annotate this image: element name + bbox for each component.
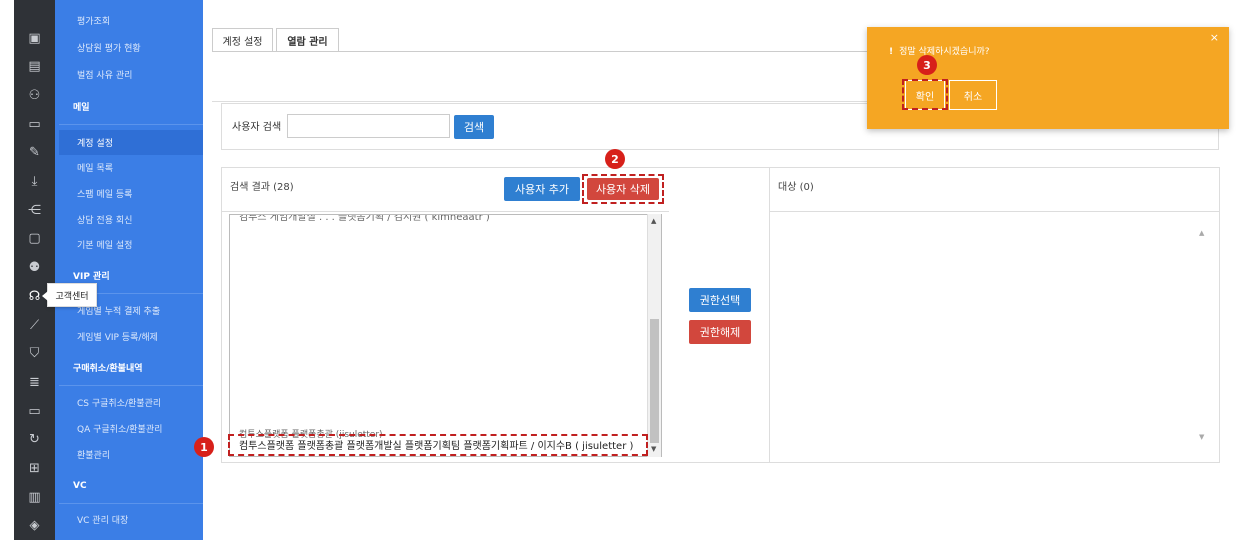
search-input[interactable]: [287, 114, 450, 138]
chat-icon[interactable]: ▢: [14, 228, 55, 250]
sidebar-item[interactable]: 게임별 VIP 등록/해제: [59, 324, 203, 349]
dashboard-icon[interactable]: ▣: [14, 27, 55, 49]
sidebar-item[interactable]: 계정 설정: [59, 130, 203, 155]
icon-navigation-bar: ▣ ▤ ⚇ ▭ ✎ ⤓ ⋲ ▢ ⚉ ☊ ⟋ ⛉ ≣ ▭ ↻ ⊞ ▥ ◈: [14, 0, 55, 540]
tab-access-management[interactable]: 열람 관리: [276, 28, 339, 52]
target-header: 대상 (0): [770, 168, 1219, 212]
sidebar-item[interactable]: VC 관리 대장: [59, 507, 203, 532]
target-title: 대상 (0): [778, 182, 814, 193]
user-icon[interactable]: ⚇: [14, 84, 55, 106]
sidebar-item[interactable]: 상담 전용 회신: [59, 207, 203, 232]
refresh-icon[interactable]: ↻: [14, 429, 55, 451]
step1-badge: 1: [194, 437, 214, 457]
sidebar-item[interactable]: 환불관리: [59, 442, 203, 467]
sidebar-item[interactable]: 평가조회: [59, 8, 203, 33]
sidebar-item[interactable]: 기본 메일 설정: [59, 232, 203, 257]
step2-highlight: [582, 174, 664, 204]
add-user-button[interactable]: 사용자 추가: [504, 177, 580, 201]
gift-icon[interactable]: ⊞: [14, 458, 55, 480]
list-item[interactable]: 컴투스 게임개발실 . . . 플랫폼기획 / 김지원 ( kimheaatr …: [239, 215, 490, 223]
confirm-cancel-button[interactable]: 취소: [949, 80, 997, 110]
target-scrollbar[interactable]: ▲ ▼: [1196, 225, 1210, 448]
shield-icon[interactable]: ⛉: [14, 343, 55, 365]
search-label: 사용자 검색: [232, 122, 282, 133]
scroll-thumb[interactable]: [650, 319, 659, 443]
results-title: 검색 결과 (28): [230, 182, 294, 193]
permission-panel: [669, 167, 770, 463]
download-icon[interactable]: ⤓: [14, 171, 55, 193]
scroll-down-icon[interactable]: ▼: [651, 445, 656, 453]
sidebar: 평가조회 상담원 평가 현황 벌점 사유 관리 메일계정 설정 메일 목록 스팸 메일 등…: [55, 0, 203, 540]
list-scrollbar[interactable]: ▲ ▼: [647, 214, 661, 457]
step3-badge: 3: [917, 55, 937, 75]
database-icon[interactable]: ≣: [14, 371, 55, 393]
tab-account-settings[interactable]: 계정 설정: [212, 28, 273, 52]
scroll-up-icon[interactable]: ▲: [1199, 229, 1204, 237]
close-icon[interactable]: ×: [1210, 31, 1219, 44]
bar-chart-icon[interactable]: ▥: [14, 486, 55, 508]
confirm-message-row: ! 정말 삭제하시겠습니까?: [889, 44, 990, 57]
users-icon[interactable]: ⚉: [14, 257, 55, 279]
sidebar-item[interactable]: 벌점 사유 관리: [59, 62, 203, 87]
user-list[interactable]: 컴투스 게임개발실 . . . 플랫폼기획 / 김지원 ( kimheaatr …: [229, 214, 662, 457]
scroll-down-icon[interactable]: ▼: [1199, 433, 1204, 441]
sidebar-item[interactable]: CS 구글취소/환불관리: [59, 390, 203, 415]
step3-highlight: [902, 79, 948, 110]
revoke-permission-button[interactable]: 권한해제: [689, 320, 751, 344]
search-button[interactable]: 검색: [454, 115, 494, 139]
sidebar-section-header[interactable]: 메일: [59, 89, 203, 125]
confirm-message: 정말 삭제하시겠습니까?: [899, 47, 990, 57]
target-panel: 대상 (0): [769, 167, 1220, 463]
sidebar-item[interactable]: QA 구글취소/환불관리: [59, 416, 203, 441]
tab-label: 열람 관리: [287, 37, 328, 48]
sidebar-item[interactable]: 스팸 메일 등록: [59, 181, 203, 206]
step1-highlight: [228, 434, 648, 456]
layers-icon[interactable]: ◈: [14, 515, 55, 537]
share-icon[interactable]: ⋲: [14, 199, 55, 221]
card-icon[interactable]: ▭: [14, 113, 55, 135]
scroll-up-icon[interactable]: ▲: [651, 217, 656, 225]
warning-icon: !: [889, 47, 894, 57]
sidebar-section-header[interactable]: 구매취소/환불내역: [59, 350, 203, 386]
edit-icon[interactable]: ✎: [14, 142, 55, 164]
sidebar-item[interactable]: 상담원 평가 현황: [59, 35, 203, 60]
document-icon[interactable]: ▤: [14, 56, 55, 78]
step2-badge: 2: [605, 149, 625, 169]
tab-label: 계정 설정: [222, 37, 263, 48]
tooltip-label: 고객센터: [55, 291, 89, 302]
confirm-dialog: ! 정말 삭제하시겠습니까? × 확인 취소: [867, 27, 1229, 129]
chart-icon[interactable]: ⟋: [14, 314, 55, 336]
sidebar-section-header[interactable]: VC: [59, 468, 203, 504]
monitor-icon[interactable]: ▭: [14, 400, 55, 422]
sidebar-item[interactable]: 메일 목록: [59, 155, 203, 180]
grant-permission-button[interactable]: 권한선택: [689, 288, 751, 312]
headset-tooltip: 고객센터: [42, 283, 97, 307]
